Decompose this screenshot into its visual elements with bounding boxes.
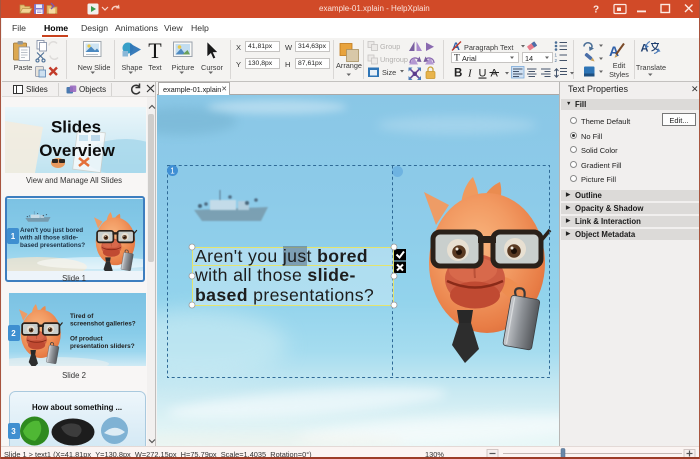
svg-text:1: 1 [555,53,558,58]
svg-text:2: 2 [555,58,558,63]
svg-text:Slides: Slides [51,118,101,137]
svg-text:1: 1 [170,167,175,176]
svg-text:screenshot galleries?: screenshot galleries? [70,321,136,328]
svg-text:How about something ...: How about something ... [32,403,122,412]
svg-text:Aren't you just bored: Aren't you just bored [20,227,83,234]
svg-text:Of product: Of product [70,336,104,343]
svg-text:?: ? [593,5,599,16]
svg-text:T: T [148,38,162,63]
svg-text:B: B [454,68,462,80]
svg-text:A: A [491,68,499,80]
svg-text:presentation sliders?: presentation sliders? [70,343,135,350]
svg-text:based presentations?: based presentations? [20,242,85,249]
svg-text:I: I [467,68,473,80]
svg-text:Overview: Overview [39,141,115,160]
svg-text:T: T [454,54,460,64]
svg-text:Tired of: Tired of [70,313,94,320]
svg-text:U: U [479,68,487,80]
svg-text:with all those slide-: with all those slide- [19,235,78,242]
